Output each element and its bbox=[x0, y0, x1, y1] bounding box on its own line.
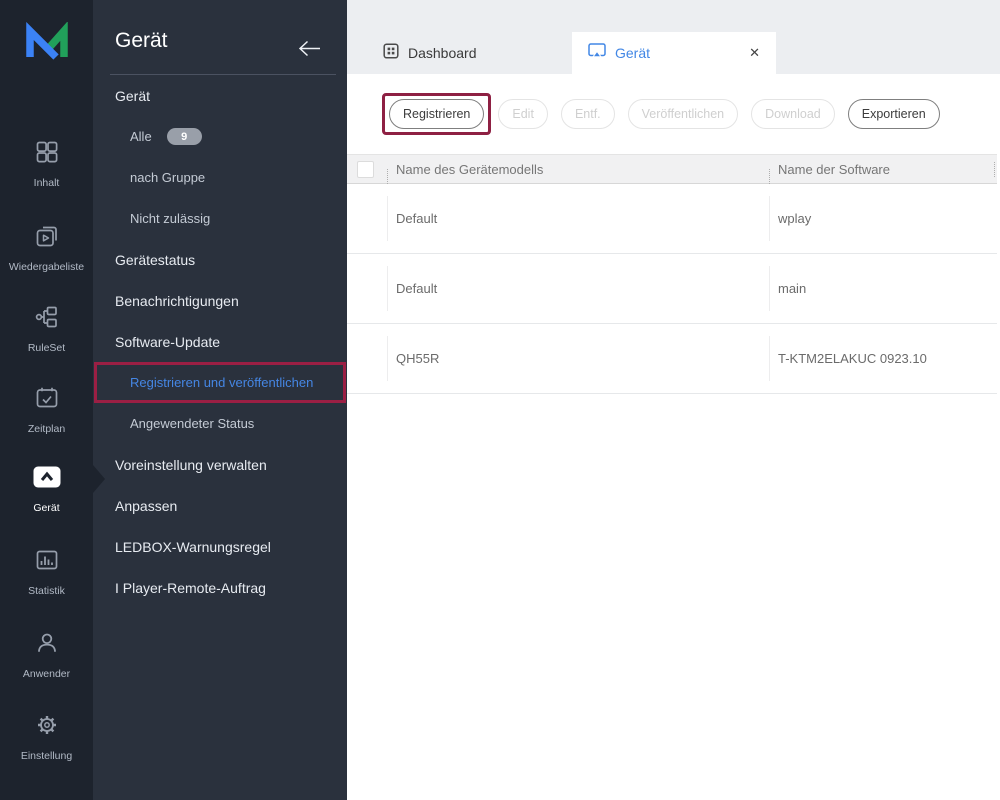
rail-item-geraet[interactable]: Gerät bbox=[0, 463, 93, 514]
rail-item-label: Wiedergabeliste bbox=[9, 261, 84, 273]
sidebar-item-nicht-zulaessig[interactable]: Nicht zulässig bbox=[93, 198, 347, 239]
sidebar-item-anpassen[interactable]: Anpassen bbox=[93, 485, 347, 526]
exportieren-button[interactable]: Exportieren bbox=[848, 99, 940, 129]
sidebar-item-i-player-remote-auftrag[interactable]: I Player-Remote-Auftrag bbox=[93, 567, 347, 608]
delete-button[interactable]: Entf. bbox=[561, 99, 615, 129]
device-count-badge: 9 bbox=[167, 128, 202, 145]
software-cell: wplay bbox=[769, 184, 997, 253]
sidebar-item-geraet[interactable]: Gerät bbox=[93, 75, 347, 116]
statistics-icon bbox=[34, 547, 60, 578]
veroeffentlichen-button[interactable]: Veröffentlichen bbox=[628, 99, 738, 129]
main-content: Dashboard Gerät ✕ Registrieren Edit Entf… bbox=[347, 0, 1000, 800]
column-header-software[interactable]: Name der Software bbox=[769, 162, 997, 177]
software-cell: main bbox=[769, 254, 997, 323]
rail-item-inhalt[interactable]: Inhalt bbox=[0, 139, 93, 189]
dashboard-icon bbox=[383, 43, 399, 64]
tab-dashboard[interactable]: Dashboard bbox=[383, 32, 477, 74]
sidebar-item-ledbox-warnungsregel[interactable]: LEDBOX-Warnungsregel bbox=[93, 526, 347, 567]
rail-item-label: Gerät bbox=[33, 502, 59, 514]
rail-item-label: Inhalt bbox=[34, 177, 60, 189]
sidebar-item-voreinstellung-verwalten[interactable]: Voreinstellung verwalten bbox=[93, 444, 347, 485]
header-checkbox-cell bbox=[347, 161, 387, 178]
tab-strip: Dashboard Gerät ✕ bbox=[347, 0, 1000, 74]
settings-icon bbox=[34, 712, 60, 743]
rail-item-ruleset[interactable]: RuleSet bbox=[0, 304, 93, 354]
sidebar-item-benachrichtigungen[interactable]: Benachrichtigungen bbox=[93, 280, 347, 321]
rail-item-label: Statistik bbox=[28, 585, 65, 597]
rail-item-statistik[interactable]: Statistik bbox=[0, 547, 93, 597]
rail-item-label: RuleSet bbox=[28, 342, 65, 354]
ruleset-icon bbox=[34, 304, 60, 335]
toolbar: Registrieren Edit Entf. Veröffentlichen … bbox=[347, 74, 1000, 154]
magicinfo-app: Inhalt Wiedergabeliste RuleSet bbox=[0, 0, 1000, 800]
sidebar-item-angewendeter-status[interactable]: Angewendeter Status bbox=[93, 403, 347, 444]
model-cell: Default bbox=[387, 254, 769, 323]
tab-label: Gerät bbox=[615, 45, 650, 61]
sidebar-title: Gerät bbox=[115, 29, 168, 53]
device-icon bbox=[32, 463, 62, 495]
cast-screen-icon bbox=[588, 42, 606, 64]
model-cell: QH55R bbox=[387, 324, 769, 393]
software-table: Name des Gerätemodells Name der Software… bbox=[347, 154, 997, 394]
rail-item-label: Anwender bbox=[23, 668, 70, 680]
model-cell: Default bbox=[387, 184, 769, 253]
playlist-icon bbox=[34, 223, 60, 254]
selected-section-notch bbox=[93, 465, 105, 493]
select-all-checkbox[interactable] bbox=[357, 161, 374, 178]
tab-label: Dashboard bbox=[408, 45, 477, 61]
sidebar-menu: Gerät Alle 9 nach Gruppe Nicht zulässig … bbox=[93, 75, 347, 608]
close-tab-icon[interactable]: ✕ bbox=[749, 45, 760, 61]
icon-rail: Inhalt Wiedergabeliste RuleSet bbox=[0, 0, 93, 800]
table-row[interactable]: Default wplay bbox=[347, 184, 997, 254]
rail-item-wiedergabeliste[interactable]: Wiedergabeliste bbox=[0, 223, 93, 273]
download-button[interactable]: Download bbox=[751, 99, 835, 129]
rail-item-einstellung[interactable]: Einstellung bbox=[0, 712, 93, 762]
sidebar-item-alle[interactable]: Alle 9 bbox=[93, 116, 347, 157]
rail-item-zeitplan[interactable]: Zeitplan bbox=[0, 385, 93, 435]
table-header-row: Name des Gerätemodells Name der Software bbox=[347, 154, 997, 184]
grid-icon bbox=[34, 139, 60, 170]
rail-item-anwender[interactable]: Anwender bbox=[0, 630, 93, 680]
sidebar: Gerät Gerät Alle 9 nach Gruppe Nicht zul… bbox=[93, 0, 347, 800]
magicinfo-logo[interactable] bbox=[22, 22, 72, 67]
schedule-icon bbox=[34, 385, 60, 416]
user-icon bbox=[34, 630, 60, 661]
registrieren-button[interactable]: Registrieren bbox=[389, 99, 484, 129]
table-row[interactable]: Default main bbox=[347, 254, 997, 324]
collapse-sidebar-button[interactable] bbox=[298, 40, 321, 62]
table-row[interactable]: QH55R T-KTM2ELAKUC 0923.10 bbox=[347, 324, 997, 394]
sidebar-item-registrieren-und-veroeffentlichen[interactable]: Registrieren und veröffentlichen bbox=[94, 362, 346, 403]
tab-geraet[interactable]: Gerät ✕ bbox=[572, 32, 776, 74]
rail-item-label: Zeitplan bbox=[28, 423, 65, 435]
sidebar-item-nach-gruppe[interactable]: nach Gruppe bbox=[93, 157, 347, 198]
annotation-box-registrieren: Registrieren bbox=[382, 93, 491, 135]
column-header-model[interactable]: Name des Gerätemodells bbox=[387, 162, 769, 177]
sidebar-item-software-update[interactable]: Software-Update bbox=[93, 321, 347, 362]
software-cell: T-KTM2ELAKUC 0923.10 bbox=[769, 324, 997, 393]
rail-item-label: Einstellung bbox=[21, 750, 72, 762]
edit-button[interactable]: Edit bbox=[498, 99, 548, 129]
sidebar-item-geraetestatus[interactable]: Gerätestatus bbox=[93, 239, 347, 280]
